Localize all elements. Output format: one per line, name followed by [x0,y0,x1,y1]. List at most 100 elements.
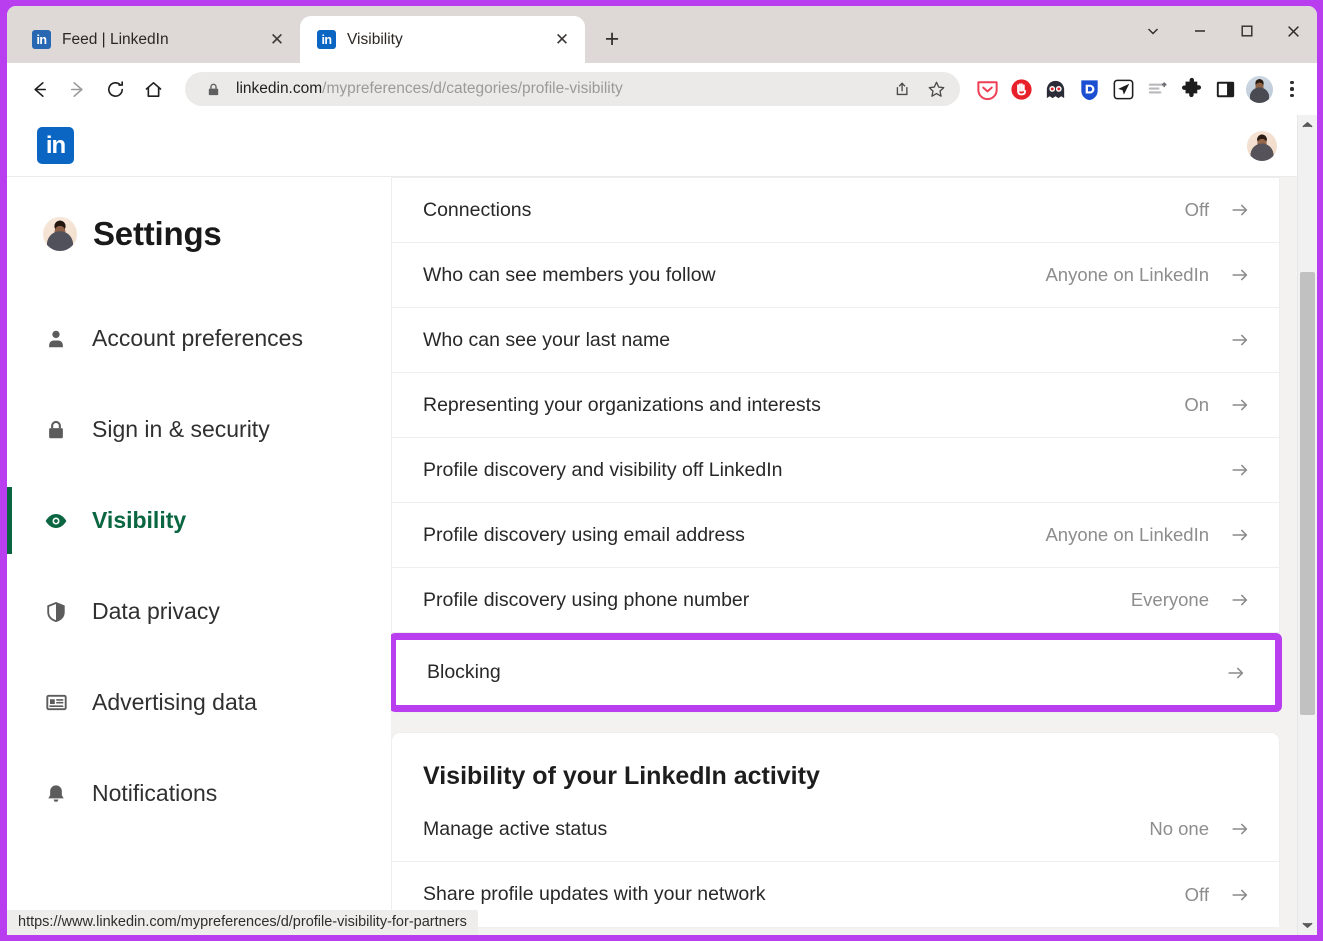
table-row[interactable]: Connections Off [392,178,1279,243]
url-path: /mypreferences/d/categories/profile-visi… [322,80,623,97]
pocket-icon[interactable] [971,73,1003,105]
adblock-icon[interactable] [1005,73,1037,105]
chevron-right-icon [1229,818,1251,840]
sidebar-item-label: Sign in & security [92,416,270,442]
scroll-down-arrow-icon[interactable] [1298,915,1317,935]
table-row[interactable]: Profile discovery using email address An… [392,503,1279,568]
chevron-right-icon [1229,264,1251,286]
lock-icon [43,417,69,443]
visibility-profile-card: Who can see or download your email addre… [391,177,1282,713]
row-label: Profile discovery and visibility off Lin… [423,458,783,481]
row-value: Everyone [1130,589,1209,610]
scroll-up-arrow-icon[interactable] [1298,115,1317,135]
scrollbar-thumb[interactable] [1300,272,1315,715]
address-bar[interactable]: linkedin.com/mypreferences/d/categories/… [185,72,960,106]
maximize-icon[interactable] [1223,8,1270,54]
row-value: Anyone on LinkedIn [1045,524,1209,545]
page-title: Settings [93,215,222,252]
share-icon[interactable] [889,77,913,101]
row-label: Manage active status [423,817,608,840]
table-row[interactable]: Manage active status No one [392,797,1279,862]
settings-main: Who can see or download your email addre… [391,177,1317,935]
close-icon[interactable] [1270,8,1317,54]
tab-title: Visibility [347,30,403,48]
row-label: Share profile updates with your network [423,883,766,905]
sidebar-item-data-privacy[interactable]: Data privacy [7,566,391,657]
dashlane-icon[interactable] [1073,73,1105,105]
reload-icon[interactable] [97,71,133,107]
side-panel-icon[interactable] [1209,73,1241,105]
chevron-right-icon [1229,199,1251,221]
vertical-scrollbar[interactable] [1297,115,1317,935]
sidebar-item-notifications[interactable]: Notifications [7,748,391,839]
visibility-activity-card: Visibility of your LinkedIn activity Man… [391,732,1280,928]
settings-avatar[interactable] [43,217,77,251]
linkedin-icon: in [317,30,336,49]
chevron-right-icon [1229,394,1251,416]
sidebar-item-advertising-data[interactable]: Advertising data [7,657,391,748]
sidebar-nav: Account preferences Sign in & security V… [7,293,391,839]
url-text: linkedin.com/mypreferences/d/categories/… [236,80,878,98]
home-icon[interactable] [135,71,171,107]
chevron-down-icon[interactable] [1129,8,1176,54]
sidebar-item-visibility[interactable]: Visibility [7,475,391,566]
puzzle-extensions-icon[interactable] [1175,73,1207,105]
table-row[interactable]: Share profile updates with your network … [392,862,1279,927]
screenshot-frame: in Feed | LinkedIn ✕ in Visibility ✕ + l… [0,0,1323,941]
star-icon[interactable] [924,77,948,101]
chevron-right-icon [1229,459,1251,481]
table-row[interactable]: Who can see your last name [392,308,1279,373]
browser-toolbar: linkedin.com/mypreferences/d/categories/… [7,63,1317,115]
web-page: in Settings Account preferences Sign in … [7,115,1317,935]
tab-visibility[interactable]: in Visibility ✕ [300,16,585,63]
chevron-right-icon [1225,662,1247,684]
sidebar-item-label: Advertising data [92,689,257,715]
tab-feed-linkedin[interactable]: in Feed | LinkedIn ✕ [15,16,300,63]
row-value: Off [1184,199,1209,220]
reading-list-icon[interactable] [1141,73,1173,105]
row-label: Who can see members you follow [423,263,716,286]
linkedin-logo-icon[interactable]: in [37,127,74,164]
kebab-menu-icon[interactable] [1277,73,1307,105]
forward-arrow-icon [59,71,95,107]
row-value: No one [1149,818,1209,839]
eye-icon [43,508,69,534]
status-bar-url: https://www.linkedin.com/mypreferences/d… [7,910,478,935]
chevron-right-icon [1229,329,1251,351]
row-value: On [1184,394,1209,415]
table-row[interactable]: Profile discovery and visibility off Lin… [392,438,1279,503]
row-label: Blocking [427,661,501,683]
sidebar-item-label: Data privacy [92,598,220,624]
minimize-icon[interactable] [1176,8,1223,54]
shield-icon [43,599,69,625]
url-domain: linkedin.com [236,80,323,97]
ghostery-icon[interactable] [1039,73,1071,105]
new-tab-button[interactable]: + [595,22,629,56]
linkedin-header: in [7,115,1317,177]
close-icon[interactable]: ✕ [550,28,574,52]
row-label: Profile discovery using phone number [423,588,750,611]
window-controls [1129,6,1317,56]
header-avatar[interactable] [1247,130,1277,161]
chevron-right-icon [1229,524,1251,546]
settings-scroll-area: Who can see or download your email addre… [391,177,1317,935]
row-value: Anyone on LinkedIn [1045,264,1209,285]
page-body: Settings Account preferences Sign in & s… [7,177,1317,935]
table-row[interactable]: Profile discovery using phone number Eve… [392,568,1279,633]
back-arrow-icon[interactable] [21,71,57,107]
settings-sidebar: Settings Account preferences Sign in & s… [7,177,391,935]
sidebar-item-sign-in-security[interactable]: Sign in & security [7,384,391,475]
lock-icon [201,77,225,101]
table-row[interactable]: Who can see members you follow Anyone on… [392,243,1279,308]
profile-avatar[interactable] [1243,73,1275,105]
table-row[interactable]: Representing your organizations and inte… [392,373,1279,438]
table-row-blocking[interactable]: Blocking [391,633,1282,712]
sidebar-item-label: Account preferences [92,325,303,351]
sidebar-item-label: Notifications [92,780,218,806]
close-icon[interactable]: ✕ [265,28,289,52]
paper-plane-icon[interactable] [1107,73,1139,105]
chevron-right-icon [1229,884,1251,906]
sidebar-item-account-preferences[interactable]: Account preferences [7,293,391,384]
section-title: Visibility of your LinkedIn activity [423,762,820,790]
row-label: Representing your organizations and inte… [423,393,821,416]
